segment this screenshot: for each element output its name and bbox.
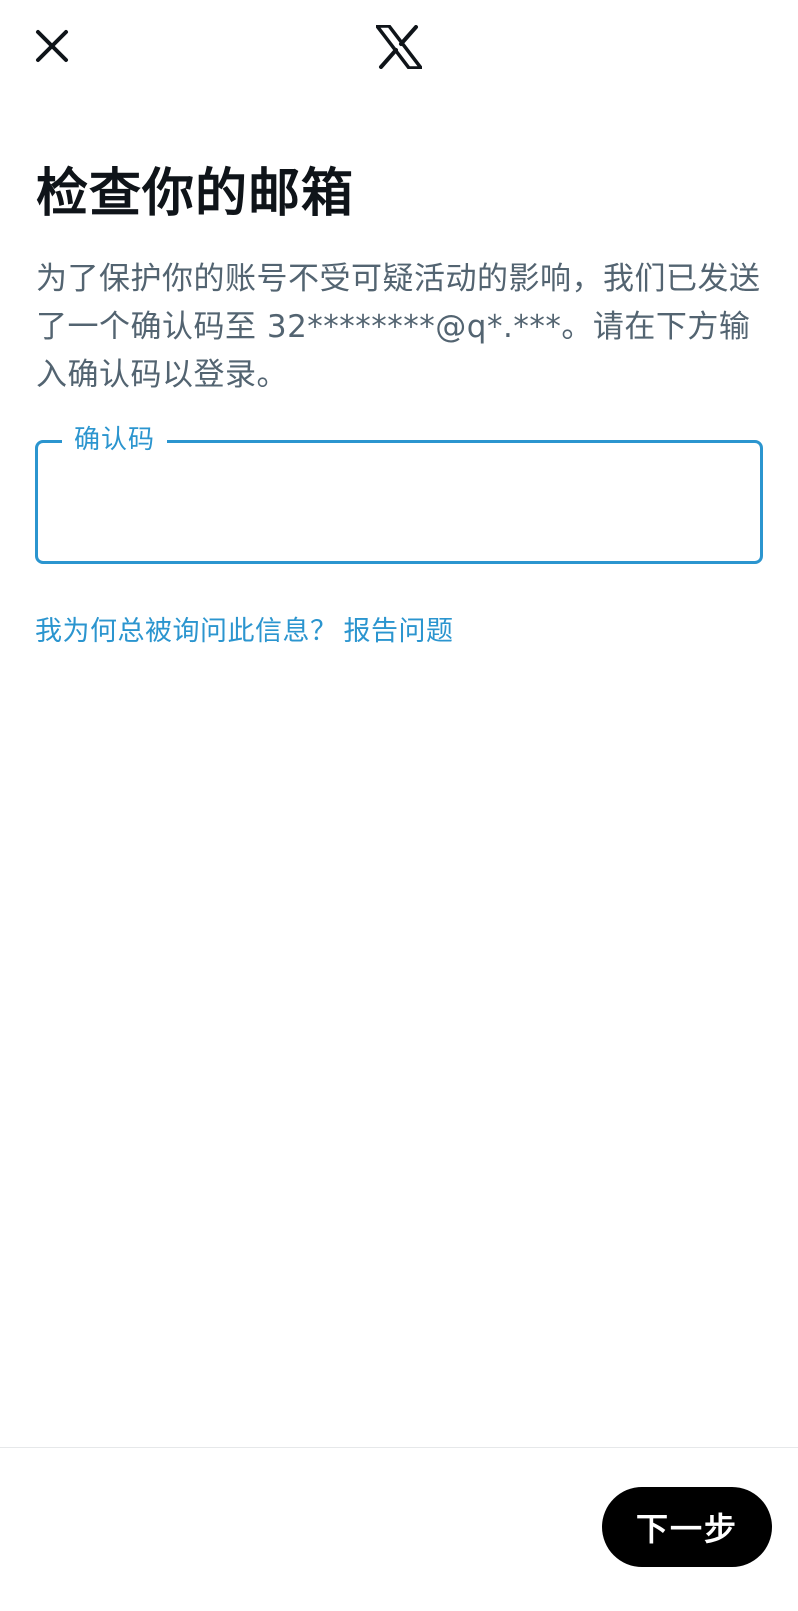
confirmation-code-label: 确认码: [62, 423, 168, 457]
next-button[interactable]: 下一步: [602, 1487, 772, 1567]
footer-divider: [0, 1447, 798, 1448]
report-problem-link[interactable]: 报告问题: [344, 616, 454, 647]
page-title: 检查你的邮箱: [36, 164, 355, 224]
close-icon: [36, 30, 68, 62]
description-text: 为了保护你的账号不受可疑活动的影响，我们已发送了一个确认码至 32*******…: [36, 261, 761, 393]
confirmation-code-field[interactable]: 确认码: [35, 423, 763, 564]
help-links: 我为何总被询问此信息？ 报告问题: [35, 612, 454, 652]
x-logo: [374, 22, 424, 72]
confirmation-code-input[interactable]: [58, 485, 740, 535]
close-button[interactable]: [30, 24, 74, 68]
why-asked-link[interactable]: 我为何总被询问此信息？: [35, 616, 338, 647]
x-logo-icon: [376, 25, 422, 69]
